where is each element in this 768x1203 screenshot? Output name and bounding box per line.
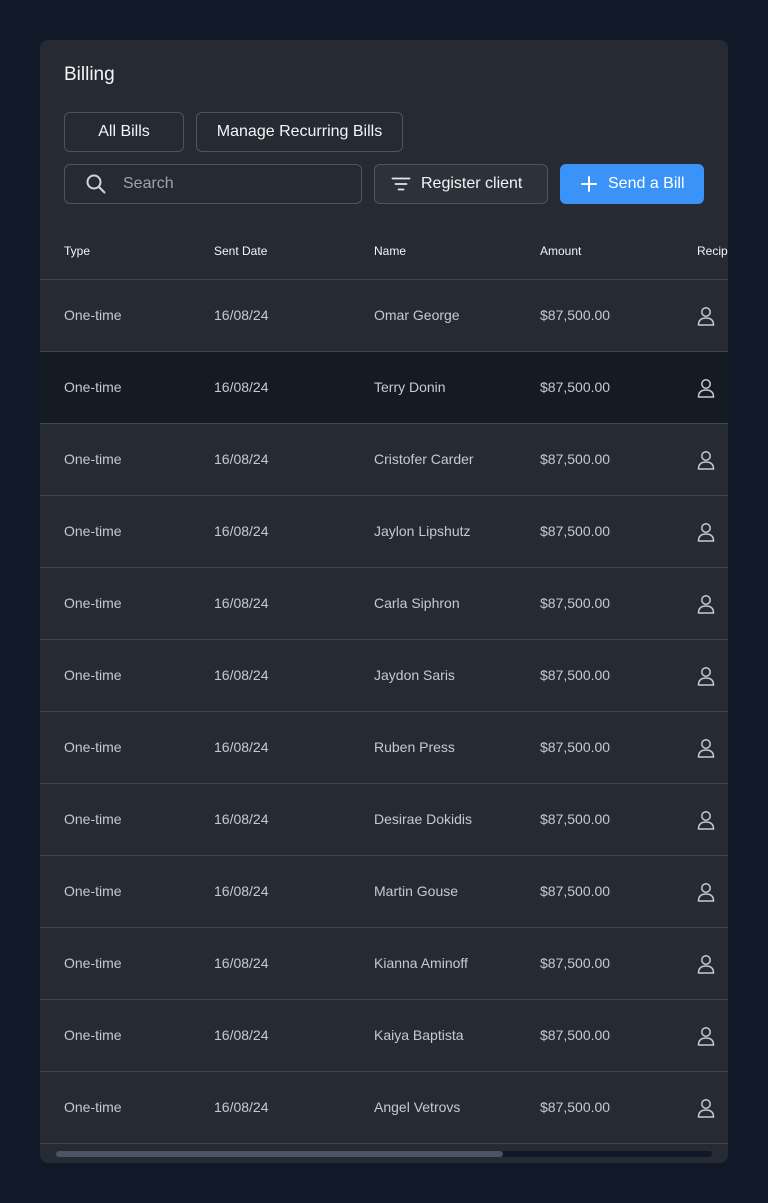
cell-name: Jaydon Saris <box>374 667 455 683</box>
cell-type: One-time <box>64 667 122 683</box>
user-icon[interactable] <box>697 954 715 974</box>
table-row[interactable]: One-time 16/08/24 Terry Donin $87,500.00 <box>40 352 728 424</box>
cell-sent-date: 16/08/24 <box>214 307 269 323</box>
cell-sent-date: 16/08/24 <box>214 811 269 827</box>
page-title: Billing <box>64 64 115 85</box>
user-icon[interactable] <box>697 1026 715 1046</box>
plus-icon <box>580 175 598 193</box>
cell-amount: $87,500.00 <box>540 451 611 467</box>
user-icon[interactable] <box>697 306 715 326</box>
cell-type: One-time <box>64 451 122 467</box>
cell-type: One-time <box>64 811 122 827</box>
user-icon[interactable] <box>697 1098 715 1118</box>
cell-name: Desirae Dokidis <box>374 811 473 827</box>
cell-sent-date: 16/08/24 <box>214 883 269 899</box>
cell-name: Ruben Press <box>374 739 455 755</box>
cell-name: Terry Donin <box>374 379 446 395</box>
cell-amount: $87,500.00 <box>540 1099 611 1115</box>
table-row[interactable]: One-time 16/08/24 Carla Siphron $87,500.… <box>40 568 728 640</box>
column-header-recipient[interactable]: Recip <box>697 228 728 279</box>
cell-amount: $87,500.00 <box>540 379 611 395</box>
table-row[interactable]: One-time 16/08/24 Martin Gouse $87,500.0… <box>40 856 728 928</box>
search-box[interactable] <box>64 164 362 204</box>
cell-type: One-time <box>64 307 122 323</box>
table-row[interactable]: One-time 16/08/24 Kianna Aminoff $87,500… <box>40 928 728 1000</box>
cell-type: One-time <box>64 739 122 755</box>
cell-amount: $87,500.00 <box>540 883 611 899</box>
cell-sent-date: 16/08/24 <box>214 379 269 395</box>
cell-amount: $87,500.00 <box>540 595 611 611</box>
cell-sent-date: 16/08/24 <box>214 1099 269 1115</box>
cell-sent-date: 16/08/24 <box>214 739 269 755</box>
cell-type: One-time <box>64 379 122 395</box>
cell-amount: $87,500.00 <box>540 739 611 755</box>
table-row[interactable]: One-time 16/08/24 Jaylon Lipshutz $87,50… <box>40 496 728 568</box>
table-row[interactable]: One-time 16/08/24 Cristofer Carder $87,5… <box>40 424 728 496</box>
cell-amount: $87,500.00 <box>540 811 611 827</box>
filter-icon <box>391 176 411 192</box>
user-icon[interactable] <box>697 810 715 830</box>
table-row[interactable]: One-time 16/08/24 Angel Vetrovs $87,500.… <box>40 1072 728 1144</box>
search-input[interactable] <box>121 174 345 194</box>
cell-type: One-time <box>64 955 122 971</box>
column-header-sent-date[interactable]: Sent Date <box>214 228 267 279</box>
user-icon[interactable] <box>697 882 715 902</box>
table-row[interactable]: One-time 16/08/24 Jaydon Saris $87,500.0… <box>40 640 728 712</box>
cell-sent-date: 16/08/24 <box>214 1027 269 1043</box>
cell-name: Angel Vetrovs <box>374 1099 461 1115</box>
cell-sent-date: 16/08/24 <box>214 523 269 539</box>
send-bill-button[interactable]: Send a Bill <box>560 164 704 204</box>
horizontal-scrollbar[interactable] <box>56 1151 712 1157</box>
cell-amount: $87,500.00 <box>540 667 611 683</box>
user-icon[interactable] <box>697 450 715 470</box>
cell-type: One-time <box>64 523 122 539</box>
send-bill-label: Send a Bill <box>608 175 685 192</box>
cell-amount: $87,500.00 <box>540 307 611 323</box>
cell-sent-date: 16/08/24 <box>214 955 269 971</box>
cell-sent-date: 16/08/24 <box>214 667 269 683</box>
table-body: One-time 16/08/24 Omar George $87,500.00… <box>40 280 728 1144</box>
register-client-label: Register client <box>421 175 523 192</box>
column-header-amount[interactable]: Amount <box>540 228 581 279</box>
cell-amount: $87,500.00 <box>540 955 611 971</box>
cell-name: Kianna Aminoff <box>374 955 468 971</box>
register-client-button[interactable]: Register client <box>374 164 548 204</box>
cell-name: Omar George <box>374 307 460 323</box>
table-row[interactable]: One-time 16/08/24 Kaiya Baptista $87,500… <box>40 1000 728 1072</box>
cell-name: Carla Siphron <box>374 595 460 611</box>
table-row[interactable]: One-time 16/08/24 Desirae Dokidis $87,50… <box>40 784 728 856</box>
scrollbar-thumb[interactable] <box>56 1151 503 1157</box>
cell-name: Jaylon Lipshutz <box>374 523 471 539</box>
cell-sent-date: 16/08/24 <box>214 595 269 611</box>
table-row[interactable]: One-time 16/08/24 Omar George $87,500.00 <box>40 280 728 352</box>
cell-name: Martin Gouse <box>374 883 459 899</box>
user-icon[interactable] <box>697 522 715 542</box>
user-icon[interactable] <box>697 594 715 614</box>
search-icon <box>85 173 107 195</box>
user-icon[interactable] <box>697 738 715 758</box>
billing-panel: Billing All Bills Manage Recurring Bills… <box>40 40 728 1163</box>
tab-manage-recurring-bills[interactable]: Manage Recurring Bills <box>196 112 403 152</box>
column-header-name[interactable]: Name <box>374 228 406 279</box>
cell-name: Cristofer Carder <box>374 451 474 467</box>
cell-type: One-time <box>64 1027 122 1043</box>
cell-type: One-time <box>64 595 122 611</box>
cell-type: One-time <box>64 1099 122 1115</box>
tab-all-bills[interactable]: All Bills <box>64 112 184 152</box>
column-header-type[interactable]: Type <box>64 228 90 279</box>
user-icon[interactable] <box>697 666 715 686</box>
table-header: Type Sent Date Name Amount Recip <box>40 228 728 280</box>
cell-sent-date: 16/08/24 <box>214 451 269 467</box>
table-row[interactable]: One-time 16/08/24 Ruben Press $87,500.00 <box>40 712 728 784</box>
cell-amount: $87,500.00 <box>540 1027 611 1043</box>
cell-amount: $87,500.00 <box>540 523 611 539</box>
user-icon[interactable] <box>697 378 715 398</box>
cell-name: Kaiya Baptista <box>374 1027 464 1043</box>
cell-type: One-time <box>64 883 122 899</box>
